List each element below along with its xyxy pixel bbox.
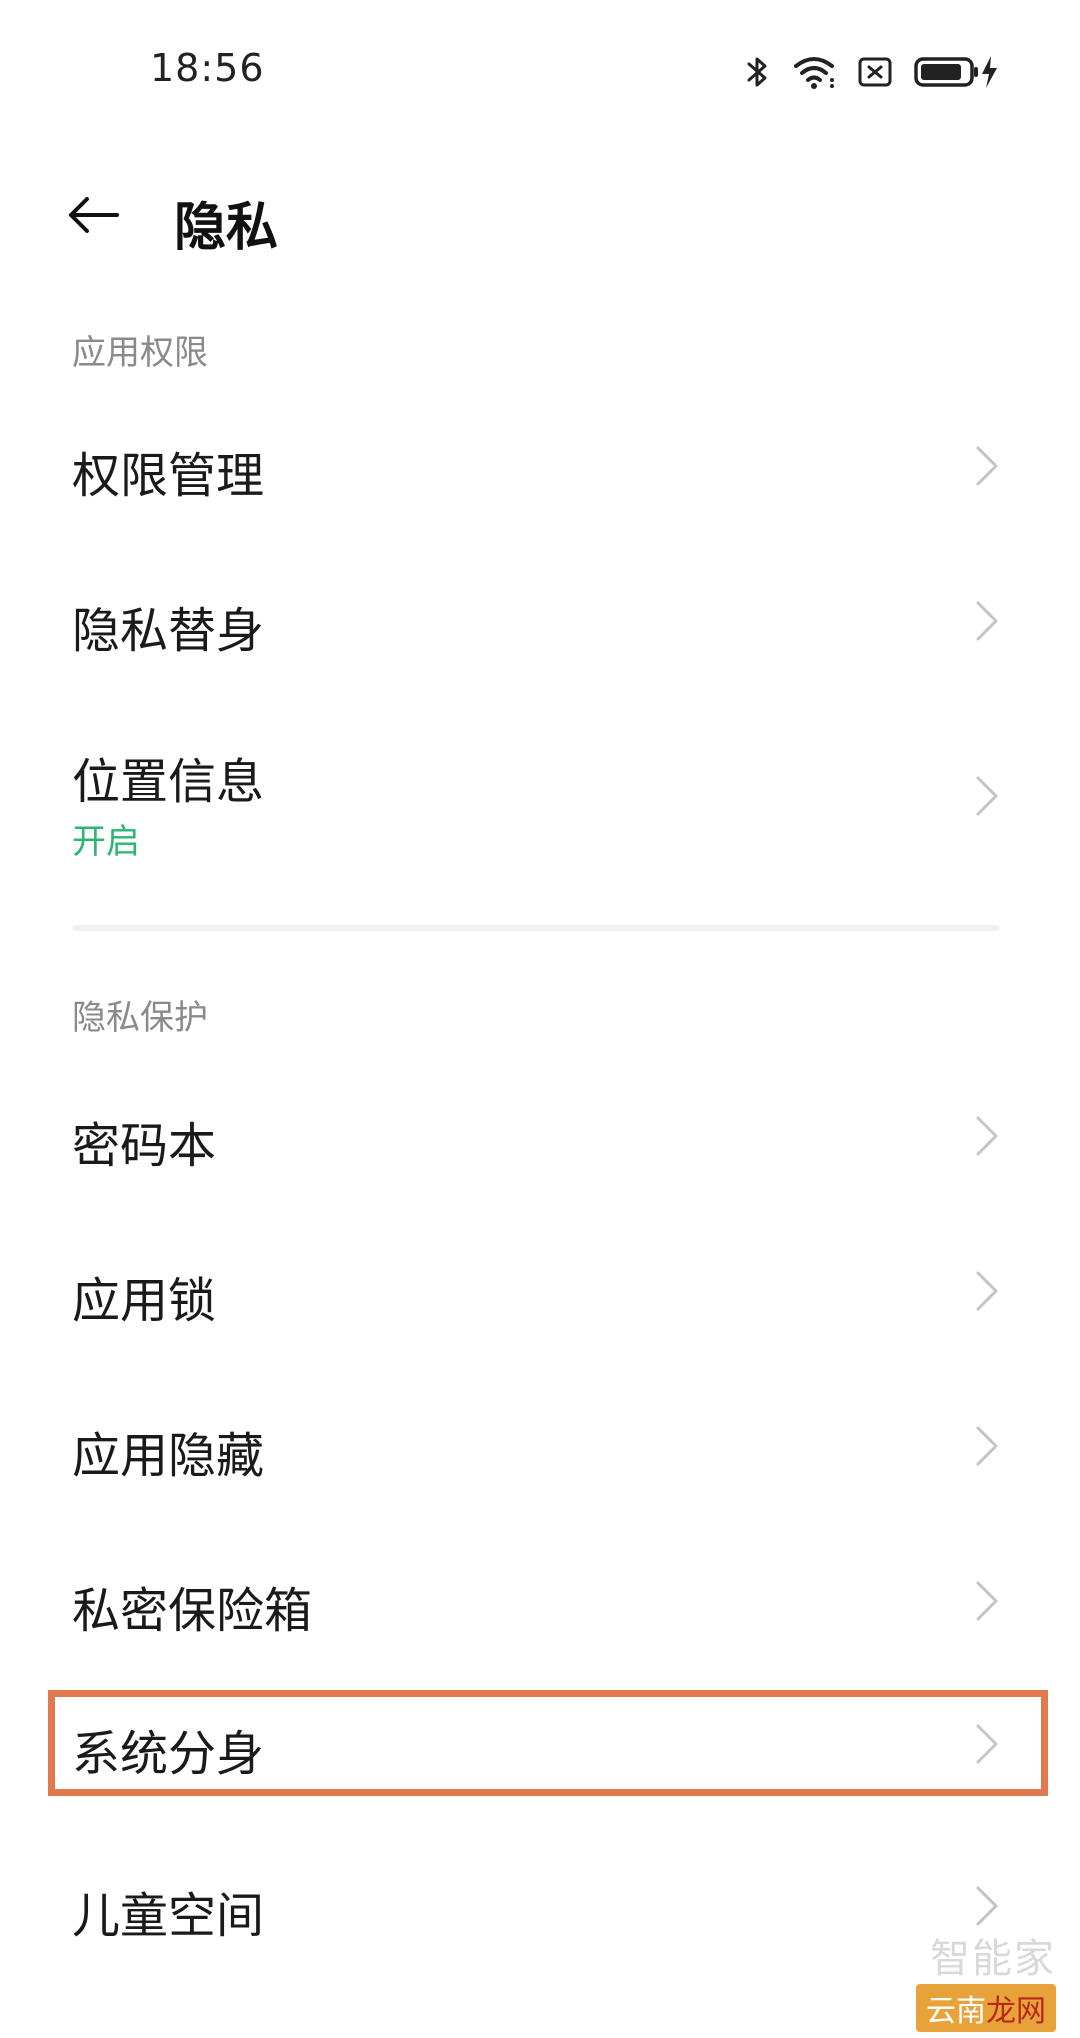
status-time: 18:56: [150, 46, 265, 90]
settings-item-app-hide[interactable]: 应用隐藏: [0, 1380, 1080, 1510]
status-icons: [746, 50, 1000, 94]
settings-item-app-lock[interactable]: 应用锁: [0, 1225, 1080, 1355]
chevron-right-icon: [976, 446, 998, 486]
battery-charging-icon: [914, 56, 997, 88]
highlight-box: [48, 1690, 1048, 1796]
location-status: 开启: [72, 822, 140, 862]
settings-item-label: 应用隐藏: [72, 1428, 265, 1484]
chevron-right-icon: [976, 1271, 998, 1311]
section-header-privacy-protection: 隐私保护: [72, 998, 208, 1038]
watermark-bottom: 云南龙网: [916, 1984, 1056, 2032]
watermark: 智能家 云南龙网: [916, 1926, 1056, 2032]
settings-item-label: 密码本: [72, 1118, 217, 1174]
watermark-bottom-b: 龙网: [986, 1994, 1046, 2029]
settings-item-label: 权限管理: [72, 448, 265, 504]
section-divider: [72, 925, 1000, 931]
settings-item-label: 隐私替身: [72, 603, 265, 659]
chevron-right-icon: [976, 1886, 998, 1926]
bluetooth-icon: [747, 57, 767, 87]
settings-item-permission-management[interactable]: 权限管理: [0, 400, 1080, 530]
watermark-bottom-a: 云南: [926, 1994, 986, 2029]
settings-item-private-safe[interactable]: 私密保险箱: [0, 1535, 1080, 1665]
page-title: 隐私: [174, 198, 279, 258]
chevron-right-icon: [976, 601, 998, 641]
settings-item-privacy-avatar[interactable]: 隐私替身: [0, 555, 1080, 685]
settings-item-label: 应用锁: [72, 1273, 217, 1329]
no-sim-icon: [858, 57, 892, 87]
chevron-right-icon: [976, 1116, 998, 1156]
app-bar: 隐私: [0, 150, 1080, 280]
settings-item-label: 位置信息: [72, 754, 265, 810]
chevron-right-icon: [976, 776, 998, 816]
watermark-top: 智能家: [930, 1936, 1056, 1982]
back-button[interactable]: [58, 180, 128, 250]
chevron-right-icon: [976, 1581, 998, 1621]
status-bar: 18:56: [0, 0, 1080, 140]
settings-item-location[interactable]: 位置信息 开启: [0, 720, 1080, 880]
section-header-app-permissions: 应用权限: [72, 333, 208, 373]
wifi-icon: [794, 57, 834, 89]
back-arrow-icon: [69, 197, 119, 233]
settings-item-label: 私密保险箱: [72, 1583, 313, 1639]
chevron-right-icon: [976, 1426, 998, 1466]
settings-item-label: 儿童空间: [72, 1888, 265, 1944]
settings-item-password-book[interactable]: 密码本: [0, 1070, 1080, 1200]
